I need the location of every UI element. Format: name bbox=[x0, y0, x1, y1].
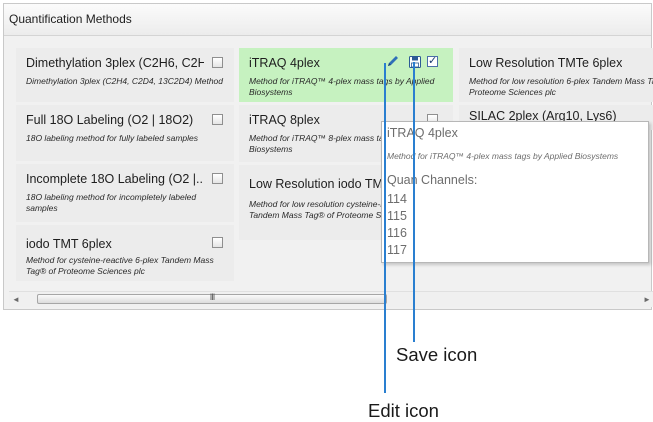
method-title: iodo TMT 6plex bbox=[26, 237, 112, 251]
method-title: iTRAQ 4plex bbox=[249, 56, 320, 70]
scrollbar-thumb[interactable]: III bbox=[37, 292, 387, 304]
method-checkbox[interactable] bbox=[212, 114, 223, 125]
method-description: Method for iTRAQ™ 4-plex mass tags by Ap… bbox=[249, 76, 435, 97]
method-title: Low Resolution TMTe 6plex bbox=[469, 56, 623, 70]
method-title: Incomplete 18O Labeling (O2 |... bbox=[26, 172, 204, 186]
scroll-left-arrow-icon[interactable]: ◄ bbox=[9, 292, 23, 307]
method-tooltip: iTRAQ 4plex Method for iTRAQ™ 4-plex mas… bbox=[381, 121, 649, 263]
edit-callout-line bbox=[384, 63, 386, 393]
tooltip-quan-channels-heading: Quan Channels: bbox=[387, 173, 478, 187]
panel-title: Quantification Methods bbox=[4, 4, 651, 36]
tooltip-title: iTRAQ 4plex bbox=[387, 126, 458, 140]
quan-channel: 117 bbox=[387, 243, 407, 257]
save-callout-line bbox=[413, 62, 415, 342]
method-title: Full 18O Labeling (O2 | 18O2) bbox=[26, 113, 194, 127]
scrollbar-grip: III bbox=[209, 292, 216, 302]
method-checkbox[interactable] bbox=[427, 54, 438, 67]
method-card-incomplete-18o[interactable]: Incomplete 18O Labeling (O2 |... 18O lab… bbox=[16, 164, 234, 222]
method-description: 18O labeling method for fully labeled sa… bbox=[26, 133, 198, 143]
method-title: iTRAQ 8plex bbox=[249, 113, 320, 127]
method-checkbox[interactable] bbox=[212, 57, 223, 68]
quan-channel: 114 bbox=[387, 192, 407, 206]
method-description: Method for cysteine-reactive 6-plex Tand… bbox=[26, 255, 214, 276]
method-title: Dimethylation 3plex (C2H6, C2H... bbox=[26, 56, 204, 70]
save-icon[interactable] bbox=[409, 55, 421, 68]
method-description: 18O labeling method for incompletely lab… bbox=[26, 192, 197, 213]
method-checkbox[interactable] bbox=[212, 173, 223, 184]
method-checkbox[interactable] bbox=[212, 237, 223, 248]
horizontal-scrollbar[interactable]: ◄ III ► bbox=[9, 291, 653, 307]
method-card-full-18o[interactable]: Full 18O Labeling (O2 | 18O2) 18O labeli… bbox=[16, 105, 234, 161]
method-card-low-res-tmte[interactable]: Low Resolution TMTe 6plex Method for low… bbox=[459, 48, 653, 102]
scroll-right-arrow-icon[interactable]: ► bbox=[640, 292, 653, 307]
quan-channel: 116 bbox=[387, 226, 407, 240]
edit-icon[interactable] bbox=[386, 54, 400, 68]
method-card-itraq-4plex[interactable]: iTRAQ 4plex Method for iTRAQ™ 4-plex mas… bbox=[239, 48, 453, 102]
method-card-iodo-tmt[interactable]: iodo TMT 6plex Method for cysteine-react… bbox=[16, 225, 234, 281]
quan-channel: 115 bbox=[387, 209, 407, 223]
method-card-dimethylation[interactable]: Dimethylation 3plex (C2H6, C2H... Dimeth… bbox=[16, 48, 234, 102]
tooltip-description: Method for iTRAQ™ 4-plex mass tags by Ap… bbox=[387, 151, 619, 161]
method-description: Dimethylation 3plex (C2H4, C2D4, 13C2D4)… bbox=[26, 76, 224, 86]
edit-callout-label: Edit icon bbox=[368, 400, 439, 421]
save-callout-label: Save icon bbox=[396, 344, 478, 365]
method-description: Method for low resolution 6-plex Tandem … bbox=[469, 76, 653, 97]
